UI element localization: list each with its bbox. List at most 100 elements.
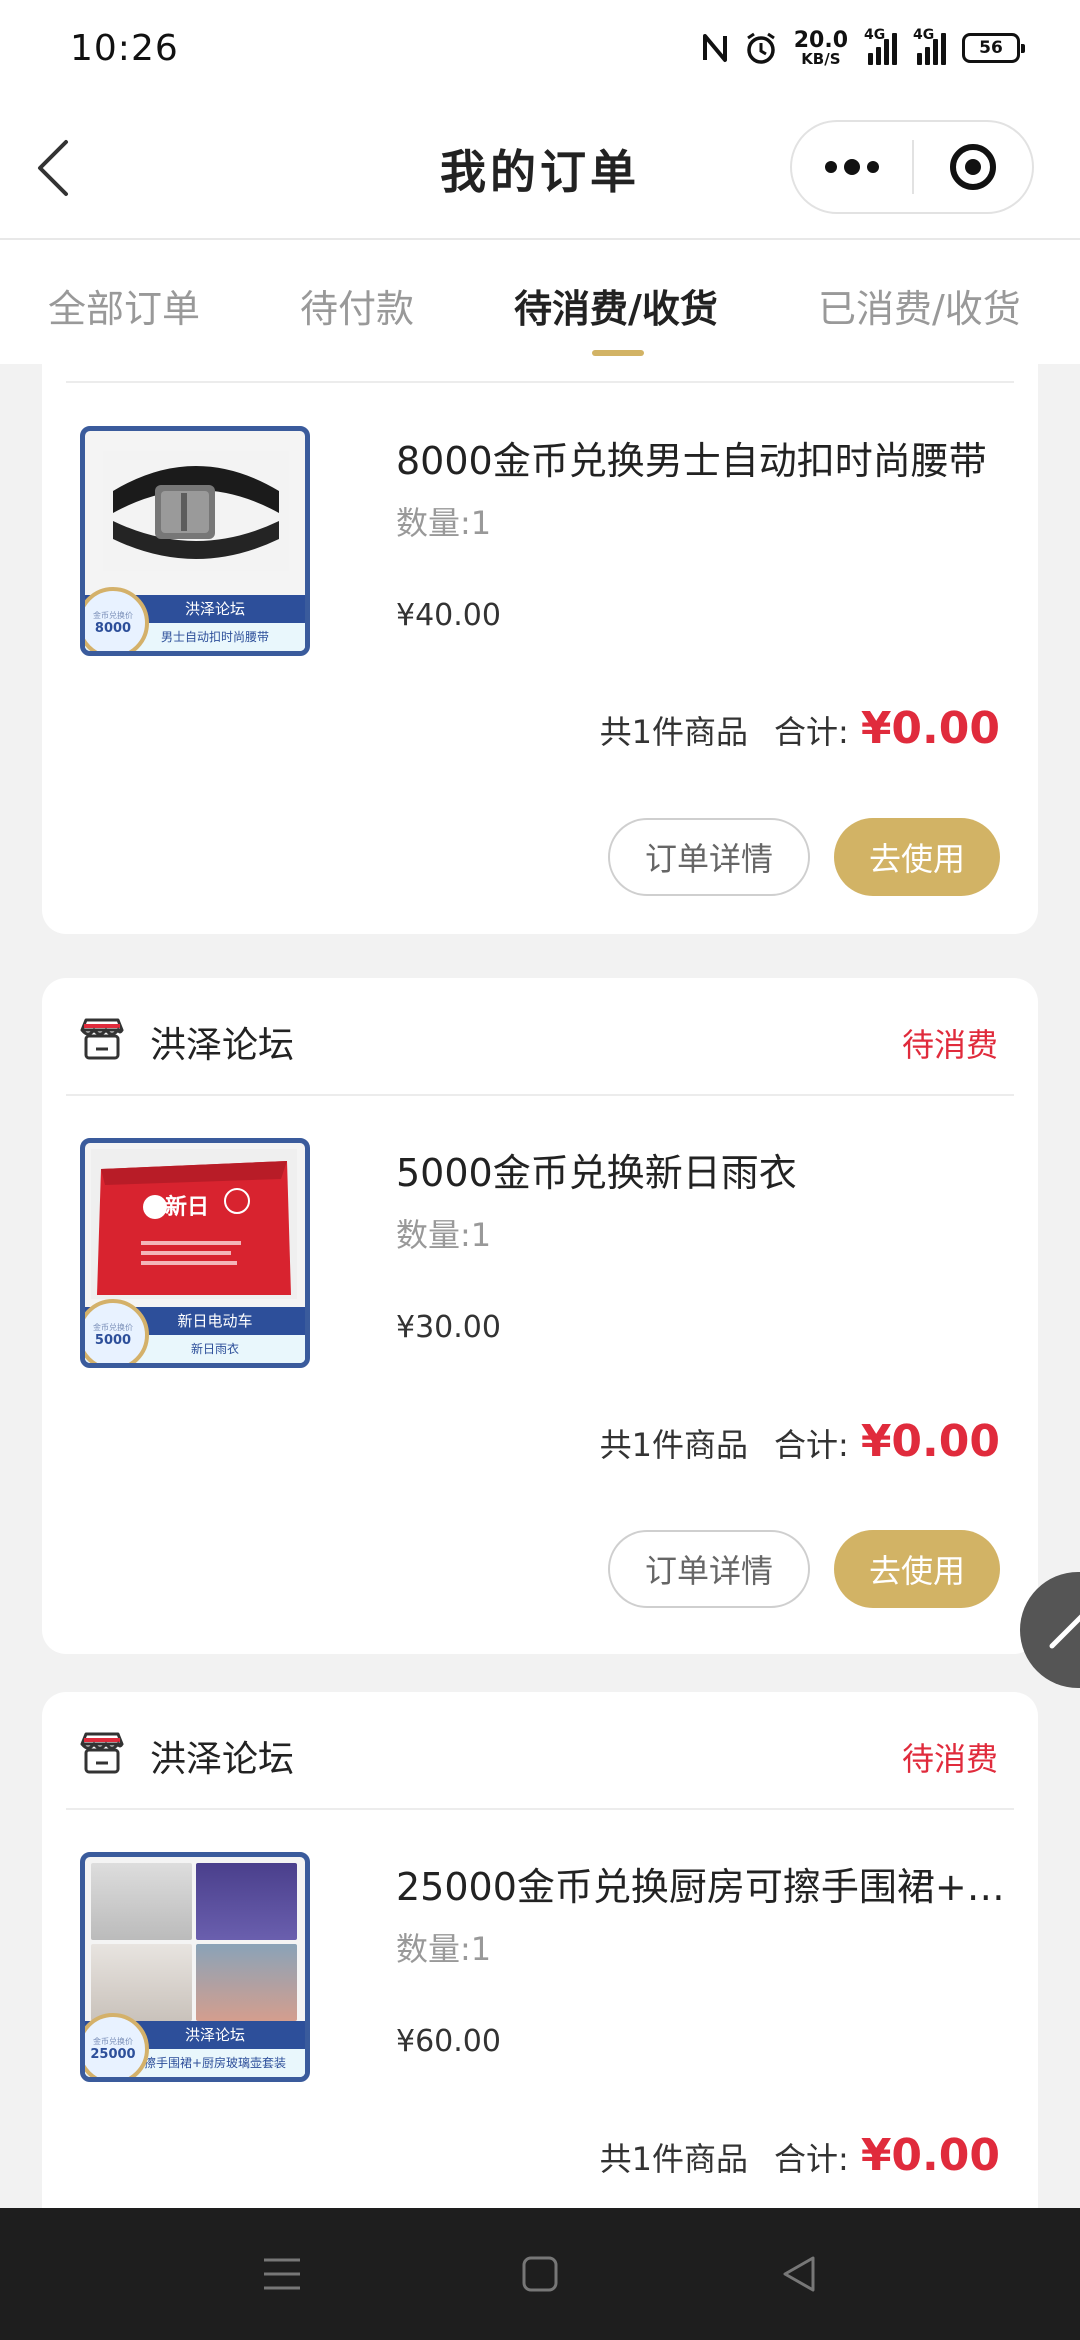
order-summary: 共1件商品 合计: ¥0.00 xyxy=(600,2130,1000,2190)
signal-bar xyxy=(876,47,881,65)
card-header: 洪泽论坛 待消费 xyxy=(42,1692,1038,1810)
product-title: 8000金币兑换男士自动扣时尚腰带 xyxy=(396,439,987,483)
total-amount: ¥0.00 xyxy=(860,703,1000,754)
raincoat-image xyxy=(91,1149,297,1299)
back-triangle-icon xyxy=(783,2256,815,2292)
tab-active-indicator xyxy=(592,350,644,356)
home-icon xyxy=(522,2256,558,2292)
item-count: 共1件商品 xyxy=(599,1426,749,1464)
order-product[interactable]: 洪泽论坛 擦手围裙+厨房玻璃壶套装 金币兑换价 25000 25000金币兑换厨… xyxy=(80,1852,1016,2084)
coin-badge-value: 8000 xyxy=(94,621,132,636)
order-card: 洪泽论坛 待消费 新日 新日电动车 新日雨衣 金币兑换价 5000 5000金币… xyxy=(42,978,1038,1654)
shop-name[interactable]: 洪泽论坛 xyxy=(150,1730,294,1782)
order-detail-button[interactable]: 订单详情 xyxy=(608,818,810,896)
more-icon xyxy=(867,161,879,173)
product-price: ¥30.00 xyxy=(396,1310,501,1345)
coin-badge: 金币兑换价 5000 xyxy=(85,1299,149,1363)
more-icon xyxy=(844,159,860,175)
tab-all-orders[interactable]: 全部订单 xyxy=(48,278,200,333)
nav-bar: 我的订单 xyxy=(0,96,1080,240)
product-quantity: 数量:1 xyxy=(396,504,492,542)
menu-button[interactable] xyxy=(254,2246,310,2302)
signal-bar xyxy=(925,47,930,65)
total-label: 合计: xyxy=(774,713,849,751)
card-header: 洪泽论坛 待消费 xyxy=(42,978,1038,1096)
coin-badge: 金币兑换价 25000 xyxy=(85,2013,149,2077)
order-summary: 共1件商品 合计: ¥0.00 xyxy=(600,1416,1000,1476)
card-divider xyxy=(66,1808,1014,1810)
close-button[interactable] xyxy=(914,122,1032,212)
miniprogram-capsule xyxy=(790,120,1034,214)
tab-pending-use[interactable]: 待消费/收货 xyxy=(514,278,718,333)
menu-icon xyxy=(264,2258,300,2290)
signal-label: 4G xyxy=(864,27,886,43)
signal-bar xyxy=(917,53,922,65)
product-quantity: 数量:1 xyxy=(396,1930,492,1968)
signal-label: 4G xyxy=(913,27,935,43)
battery-icon: 56 xyxy=(962,33,1025,63)
coin-badge-value: 5000 xyxy=(94,1333,132,1348)
total-amount: ¥0.00 xyxy=(860,2130,1000,2181)
order-list-page: 10:26 20.0 KB/S 4G 4G 56 我的订单 全部订单 待付款 待… xyxy=(0,0,1080,2340)
shop-name[interactable]: 洪泽论坛 xyxy=(150,1016,294,1068)
product-image: 洪泽论坛 擦手围裙+厨房玻璃壶套装 金币兑换价 25000 xyxy=(80,1852,310,2082)
product-title: 25000金币兑换厨房可擦手围裙+ … xyxy=(396,1865,1016,1909)
coin-badge-value: 25000 xyxy=(90,2047,136,2062)
item-count: 共1件商品 xyxy=(599,713,749,751)
apron-image xyxy=(91,1863,297,2021)
total-amount: ¥0.00 xyxy=(860,1416,1000,1467)
speed-unit: KB/S xyxy=(801,49,841,68)
close-target-icon xyxy=(950,144,996,190)
signal-bar xyxy=(941,33,946,65)
order-status: 待消费 xyxy=(901,1026,998,1064)
back-to-top-icon xyxy=(1049,1614,1080,1649)
belt-image xyxy=(103,451,289,571)
status-icons: 20.0 KB/S 4G 4G 56 xyxy=(702,27,1025,68)
product-quantity: 数量:1 xyxy=(396,1216,492,1254)
order-tabs: 全部订单 待付款 待消费/收货 已消费/收货 xyxy=(0,240,1080,364)
order-actions: 订单详情 去使用 xyxy=(608,818,1000,896)
tab-used[interactable]: 已消费/收货 xyxy=(818,278,1021,333)
card-divider xyxy=(66,381,1014,383)
product-price: ¥40.00 xyxy=(396,598,501,633)
tab-pending-payment[interactable]: 待付款 xyxy=(300,278,414,333)
system-nav-bar xyxy=(0,2208,1080,2340)
order-product[interactable]: 洪泽论坛 男士自动扣时尚腰带 金币兑换价 8000 8000金币兑换男士自动扣时… xyxy=(80,426,1002,658)
more-icon xyxy=(825,161,837,173)
product-image: 洪泽论坛 男士自动扣时尚腰带 金币兑换价 8000 xyxy=(80,426,310,656)
signal-bar xyxy=(868,53,873,65)
alarm-icon xyxy=(744,31,778,65)
use-button[interactable]: 去使用 xyxy=(834,1530,1000,1608)
total-label: 合计: xyxy=(774,2140,849,2178)
use-button[interactable]: 去使用 xyxy=(834,818,1000,896)
shop-icon xyxy=(80,1732,124,1774)
order-status: 待消费 xyxy=(901,1740,998,1778)
product-price: ¥60.00 xyxy=(396,2024,501,2059)
network-speed: 20.0 KB/S xyxy=(794,29,848,68)
order-detail-button[interactable]: 订单详情 xyxy=(608,1530,810,1608)
signal-bar xyxy=(892,33,897,65)
order-card: 洪泽论坛 男士自动扣时尚腰带 金币兑换价 8000 8000金币兑换男士自动扣时… xyxy=(42,364,1038,934)
status-time: 10:26 xyxy=(70,27,179,69)
signal-icon: 4G xyxy=(864,27,897,65)
nfc-icon xyxy=(702,32,728,64)
order-card: 洪泽论坛 待消费 洪泽论坛 擦手围裙+厨房玻璃壶套装 金币兑换价 25000 2… xyxy=(42,1692,1038,2208)
order-product[interactable]: 新日 新日电动车 新日雨衣 金币兑换价 5000 5000金币兑换新日雨衣 数量… xyxy=(80,1138,1002,1370)
coin-badge-label: 金币兑换价 xyxy=(93,1323,133,1332)
more-button[interactable] xyxy=(792,122,912,212)
order-actions: 订单详情 去使用 xyxy=(608,1530,1000,1608)
shop-icon xyxy=(80,1018,124,1060)
item-count: 共1件商品 xyxy=(599,2140,749,2178)
status-bar: 10:26 20.0 KB/S 4G 4G 56 xyxy=(0,0,1080,96)
battery-level: 56 xyxy=(979,38,1003,58)
coin-badge-label: 金币兑换价 xyxy=(93,611,133,620)
card-divider xyxy=(66,1094,1014,1096)
home-button[interactable] xyxy=(512,2246,568,2302)
system-back-button[interactable] xyxy=(770,2246,826,2302)
order-list[interactable]: 洪泽论坛 男士自动扣时尚腰带 金币兑换价 8000 8000金币兑换男士自动扣时… xyxy=(0,364,1080,2208)
raincoat-brand: 新日 xyxy=(165,1195,210,1220)
signal-icon-2: 4G xyxy=(913,27,946,65)
order-summary: 共1件商品 合计: ¥0.00 xyxy=(600,703,1000,763)
coin-badge-label: 金币兑换价 xyxy=(93,2037,133,2046)
product-image: 新日 新日电动车 新日雨衣 金币兑换价 5000 xyxy=(80,1138,310,1368)
